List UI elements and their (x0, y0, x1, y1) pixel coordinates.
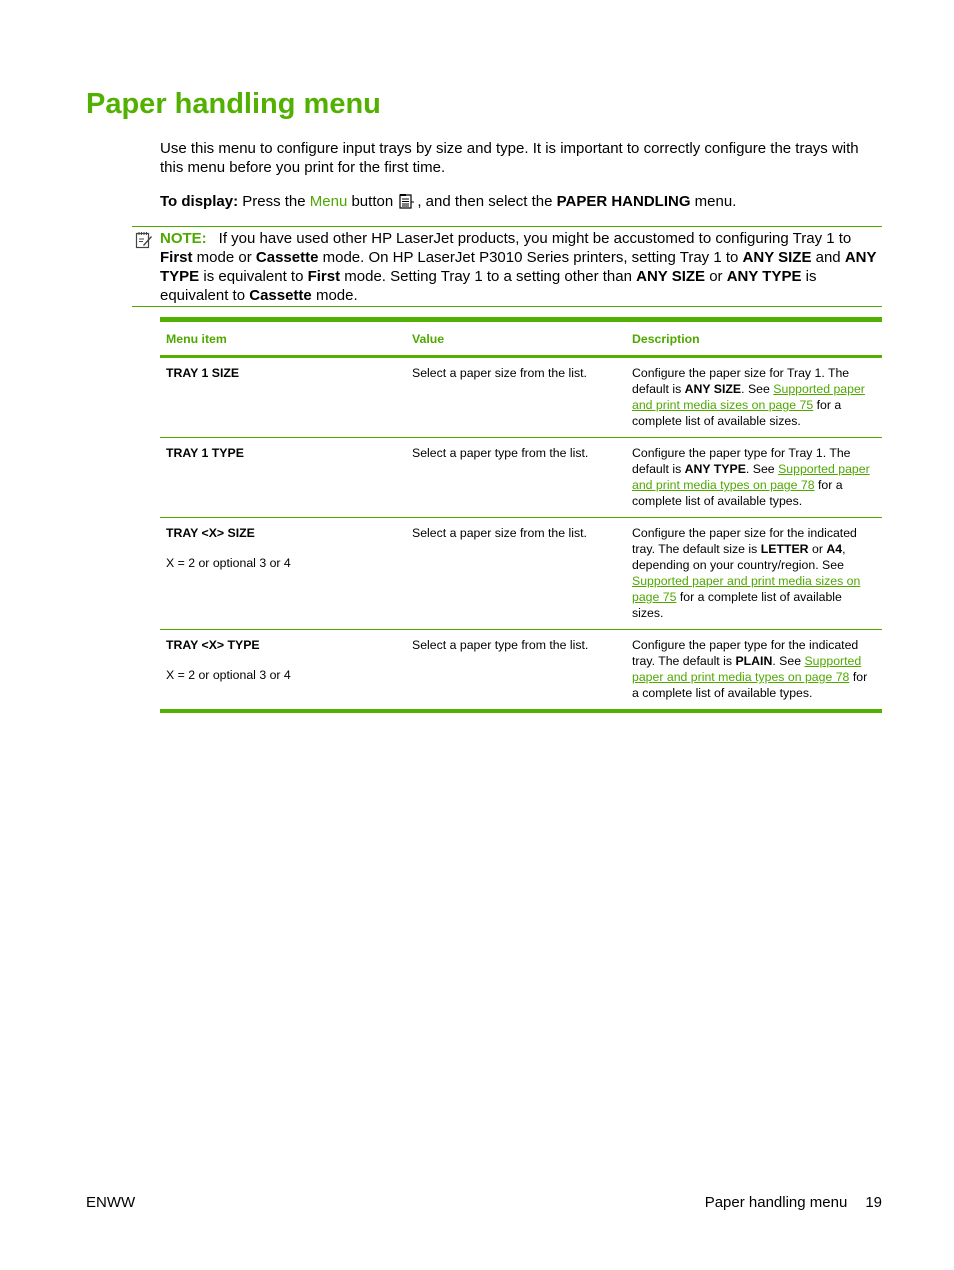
note-bold-term: Cassette (249, 287, 312, 304)
header-description: Description (632, 332, 700, 346)
note-text-segment: mode. On HP LaserJet P3010 Series printe… (318, 249, 743, 266)
value-cell: Select a paper type from the list. (412, 446, 589, 460)
intro-paragraph: Use this menu to configure input trays b… (160, 140, 859, 176)
menu-item-cell: TRAY <X> TYPE X = 2 or optional 3 or 4 (160, 630, 406, 712)
description-cell: Configure the paper size for Tray 1. The… (626, 357, 882, 438)
to-display-text-3: , and then select the (417, 193, 557, 210)
note-text-segment: mode. Setting Tray 1 to a setting other … (340, 268, 637, 285)
default-value: LETTER (760, 542, 809, 556)
menu-item-cell: TRAY 1 SIZE (160, 357, 406, 438)
menu-item-name: TRAY 1 SIZE (166, 366, 240, 380)
menu-item-note: X = 2 or optional 3 or 4 (166, 668, 291, 682)
menu-item-note: X = 2 or optional 3 or 4 (166, 556, 291, 570)
note-bold-term: First (307, 268, 341, 285)
paper-handling-menu-name: PAPER HANDLING (556, 193, 691, 210)
to-display-text: Press the (238, 193, 310, 210)
page-number: 19 (865, 1194, 882, 1211)
footer-section: Paper handling menu (704, 1194, 848, 1211)
table-row: TRAY <X> TYPE X = 2 or optional 3 or 4 Sel… (160, 630, 882, 712)
note-text-segment: and (811, 249, 845, 266)
description-text: or (808, 542, 827, 556)
description-cell: Configure the paper type for Tray 1. The… (626, 438, 882, 518)
paper-handling-table: Menu item Value Description TRAY 1 SIZE S… (160, 317, 882, 713)
menu-item-name: TRAY <X> TYPE (166, 638, 260, 652)
description-text: . See (741, 382, 774, 396)
note-text-segment: mode. (311, 287, 358, 304)
to-display-text-2: button (347, 193, 398, 210)
default-value: ANY TYPE (684, 462, 746, 476)
table-header-row: Menu item Value Description (160, 319, 882, 357)
header-menu-item: Menu item (166, 332, 227, 346)
note-box: NOTE: If you have used other HP LaserJet … (132, 226, 882, 307)
menu-item-cell: TRAY 1 TYPE (160, 438, 406, 518)
footer-left: ENWW (86, 1194, 136, 1211)
value-cell: Select a paper size from the list. (412, 366, 587, 380)
default-value: ANY SIZE (684, 382, 742, 396)
value-cell: Select a paper type from the list. (412, 638, 589, 652)
note-text-segment: or (705, 268, 727, 285)
note-bold-term: Cassette (255, 249, 319, 266)
page-title: Paper handling menu (86, 88, 381, 120)
note-text-segment: If you have used other HP LaserJet produ… (218, 230, 852, 247)
menu-item-name: TRAY 1 TYPE (166, 446, 244, 460)
note-text: NOTE: If you have used other HP LaserJet … (160, 229, 882, 305)
table-row: TRAY 1 TYPE Select a paper type from the … (160, 438, 882, 518)
note-bold-term: ANY SIZE (636, 268, 706, 285)
note-icon (135, 232, 152, 249)
to-display-label: To display: (160, 193, 239, 210)
note-label: NOTE: (160, 230, 207, 247)
table-row: TRAY <X> SIZE X = 2 or optional 3 or 4 Sel… (160, 518, 882, 630)
note-text-segment: mode or (192, 249, 256, 266)
table-row: TRAY 1 SIZE Select a paper size from the … (160, 357, 882, 438)
menu-button-icon (399, 194, 415, 209)
description-text: . See (745, 462, 779, 476)
note-text-segment: is equivalent to (199, 268, 308, 285)
default-value: A4 (826, 542, 843, 556)
description-cell: Configure the paper size for the indicat… (626, 518, 882, 630)
menu-item-name: TRAY <X> SIZE (166, 526, 255, 540)
menu-item-cell: TRAY <X> SIZE X = 2 or optional 3 or 4 (160, 518, 406, 630)
description-cell: Configure the paper type for the indicat… (626, 630, 882, 712)
default-value: PLAIN (735, 654, 773, 668)
footer-right: Paper handling menu 19 (705, 1194, 882, 1211)
note-segments: If you have used other HP LaserJet produ… (160, 230, 876, 304)
to-display-paragraph: To display: Press the Menu button , and … (160, 192, 882, 211)
menu-link[interactable]: Menu (310, 193, 348, 210)
to-display-text-4: menu. (690, 193, 737, 210)
note-bold-term: First (160, 249, 193, 266)
note-bold-term: ANY TYPE (726, 268, 802, 285)
header-value: Value (412, 332, 445, 346)
note-bold-term: ANY SIZE (742, 249, 812, 266)
description-text: . See (772, 654, 805, 668)
value-cell: Select a paper size from the list. (412, 526, 587, 540)
